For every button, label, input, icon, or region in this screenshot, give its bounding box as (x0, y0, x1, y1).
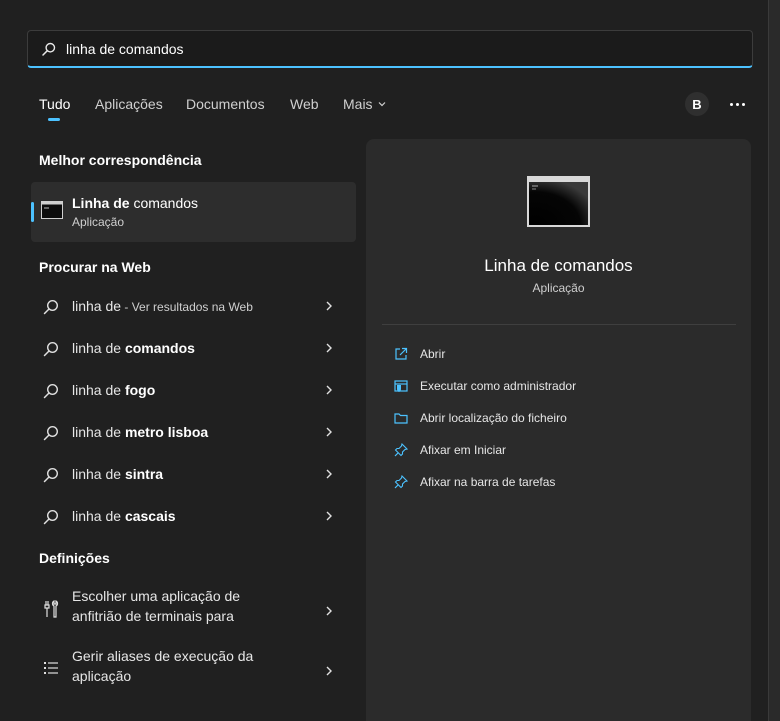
dot-icon (741, 102, 745, 106)
chevron-right-icon (326, 666, 332, 676)
best-match-name-bold: Linha de (72, 195, 130, 211)
web-result-item[interactable]: linha de sintra (31, 455, 356, 495)
action-pin-to-start[interactable]: Afixar em Iniciar (394, 440, 506, 460)
web-result-item[interactable]: linha de comandos (31, 329, 356, 369)
settings-item-line1: Gerir aliases de execução da (72, 648, 254, 664)
web-result-prefix: linha de (72, 424, 125, 440)
best-match-name-rest: comandos (129, 195, 199, 211)
active-tab-indicator (48, 118, 60, 121)
web-result-bold: cascais (124, 508, 176, 524)
dot-icon (735, 102, 739, 106)
web-result-prefix: linha de (72, 466, 125, 482)
command-prompt-icon (41, 201, 63, 219)
action-run-as-admin-label: Executar como administrador (420, 379, 577, 393)
search-icon (42, 42, 56, 56)
chevron-right-icon (326, 469, 332, 479)
more-options-button[interactable] (725, 92, 749, 116)
account-avatar[interactable]: B (685, 92, 709, 116)
web-result-bold: comandos (124, 340, 195, 356)
action-open-label: Abrir (420, 347, 446, 361)
settings-item[interactable]: Gerir aliases de execução da aplicação (31, 646, 356, 696)
tab-tudo[interactable]: Tudo (39, 96, 70, 112)
web-result-prefix: linha de (72, 340, 125, 356)
best-match-heading: Melhor correspondência (39, 152, 202, 168)
web-result-prefix: linha de (72, 298, 122, 314)
search-icon (43, 425, 59, 441)
search-icon (43, 467, 59, 483)
settings-heading: Definições (39, 550, 110, 566)
action-pin-to-taskbar-label: Afixar na barra de tarefas (420, 475, 556, 489)
action-pin-to-start-label: Afixar em Iniciar (420, 443, 507, 457)
settings-item-line2: aplicação (72, 668, 132, 684)
tab-aplicacoes[interactable]: Aplicações (95, 96, 163, 112)
search-icon (43, 299, 59, 315)
action-run-as-admin[interactable]: Executar como administrador (394, 376, 576, 396)
web-result-bold: fogo (124, 382, 156, 398)
action-open-file-location-label: Abrir localização do ficheiro (420, 411, 567, 425)
web-result-prefix: linha de (72, 508, 125, 524)
web-result-bold: sintra (124, 466, 164, 482)
admin-shield-icon (394, 380, 408, 392)
chevron-right-icon (326, 427, 332, 437)
preview-pane: Linha de comandos Aplicação Abrir Execut… (366, 139, 751, 721)
action-pin-to-taskbar[interactable]: Afixar na barra de tarefas (394, 472, 555, 492)
search-box[interactable] (27, 30, 753, 68)
search-icon (43, 383, 59, 399)
list-icon (44, 662, 58, 674)
web-result-bold: metro lisboa (124, 424, 209, 440)
web-result-item[interactable]: linha de cascais (31, 497, 356, 537)
settings-item-line1: Escolher uma aplicação de (72, 588, 241, 604)
chevron-right-icon (326, 606, 332, 616)
best-match-type: Aplicação (72, 215, 125, 229)
folder-icon (394, 413, 408, 424)
tab-documentos[interactable]: Documentos (186, 96, 265, 112)
chevron-right-icon (326, 385, 332, 395)
web-search-heading: Procurar na Web (39, 259, 151, 275)
chevron-right-icon (326, 343, 332, 353)
action-open[interactable]: Abrir (394, 344, 445, 364)
filter-tabs: Tudo Aplicações Documentos Web Mais B (27, 92, 753, 122)
search-icon (43, 341, 59, 357)
chevron-right-icon (326, 511, 332, 521)
pin-icon (394, 475, 408, 489)
best-match-name: Linha de comandos (72, 195, 198, 211)
search-icon (43, 509, 59, 525)
tab-mais[interactable]: Mais (343, 96, 387, 112)
divider (382, 324, 736, 325)
web-result-item[interactable]: linha de - Ver resultados na Web (31, 287, 356, 327)
background-window-edge (768, 0, 780, 721)
web-result-suffix: - Ver resultados na Web (121, 300, 253, 314)
best-match-item[interactable]: Linha de comandos Aplicação (31, 182, 356, 242)
selection-indicator (31, 202, 34, 222)
search-input[interactable] (66, 40, 706, 57)
dot-icon (729, 102, 733, 106)
action-open-file-location[interactable]: Abrir localização do ficheiro (394, 408, 567, 428)
chevron-right-icon (326, 301, 332, 311)
search-panel: Tudo Aplicações Documentos Web Mais B Me… (0, 0, 768, 721)
tools-icon (44, 600, 59, 618)
web-result-item[interactable]: linha de fogo (31, 371, 356, 411)
chevron-down-icon (378, 102, 385, 107)
preview-subtitle: Aplicação (532, 281, 585, 295)
tab-web[interactable]: Web (290, 96, 319, 112)
settings-item-line2: anfitrião de terminais para (72, 608, 234, 624)
pin-icon (394, 443, 408, 457)
open-external-icon (395, 347, 408, 360)
web-result-item[interactable]: linha de metro lisboa (31, 413, 356, 453)
web-result-prefix: linha de (72, 382, 125, 398)
preview-title: Linha de comandos (484, 256, 633, 275)
settings-item[interactable]: Escolher uma aplicação de anfitrião de t… (31, 586, 356, 636)
tab-mais-label: Mais (343, 96, 373, 112)
command-prompt-large-icon (527, 176, 590, 227)
